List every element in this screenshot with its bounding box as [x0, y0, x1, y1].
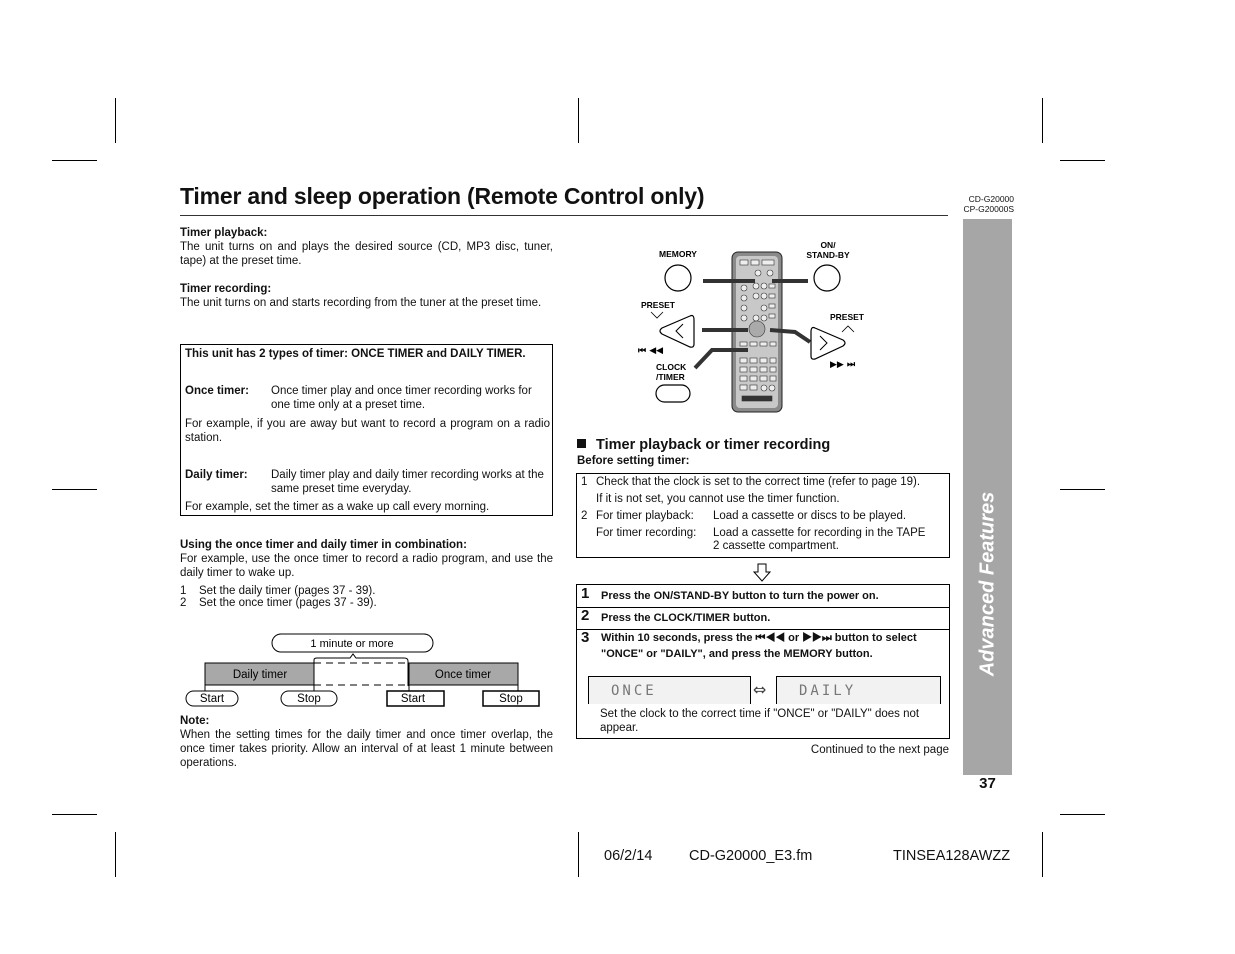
- once-timer-label: Once timer:: [185, 385, 249, 397]
- footer-filename: CD-G20000_E3.fm: [689, 848, 813, 864]
- toggle-arrow-icon: ⇔: [753, 680, 767, 699]
- crop-mark: [1060, 160, 1105, 161]
- continued-note: Continued to the next page: [810, 744, 949, 756]
- section-tab-label: Advanced Features: [976, 491, 998, 677]
- combination-text: For example, use the once timer to recor…: [180, 553, 553, 579]
- page-number: 37: [979, 775, 996, 792]
- before-item-1-text: Check that the clock is set to the corre…: [596, 476, 921, 488]
- list-item: 2 Set the once timer (pages 37 - 39).: [180, 597, 377, 609]
- on-standby-button: [813, 264, 841, 292]
- on-standby-label-1: ON/: [820, 240, 836, 250]
- note-heading: Note:: [180, 715, 210, 727]
- before-setting-box: 1 Check that the clock is set to the cor…: [576, 473, 950, 558]
- item-number: 2: [581, 510, 588, 522]
- crop-mark: [52, 160, 97, 161]
- once-timer-bar-label: Once timer: [435, 669, 491, 681]
- crop-mark: [52, 489, 97, 490]
- step-number: 2: [581, 607, 590, 624]
- clock-timer-label-1: CLOCK: [656, 362, 687, 372]
- crop-mark: [115, 832, 116, 877]
- daily-timer-text: Daily timer play and daily timer recordi…: [271, 469, 544, 495]
- remote-control-illustration: MEMORY ON/ STAND-BY PRESET ⏮ ◀◀ PRESET ▶…: [638, 240, 865, 413]
- timer-playback-text: The unit turns on and plays the desired …: [180, 241, 553, 267]
- down-arrow-icon: [753, 563, 771, 582]
- crop-mark: [578, 832, 579, 877]
- bullet-square-icon: [577, 439, 586, 448]
- preset-right-button: [810, 326, 846, 360]
- step-number: 3: [581, 629, 590, 646]
- step-1: 1 Press the ON/STAND-BY button to turn t…: [577, 585, 949, 608]
- preset-up-chevron: [841, 325, 855, 333]
- daily-timer-example: For example, set the timer as a wake up …: [185, 501, 490, 513]
- daily-start-label: Start: [200, 693, 225, 705]
- before-item-1-subtext: If it is not set, you cannot use the tim…: [596, 493, 840, 505]
- preset-right-label: PRESET: [830, 312, 865, 322]
- title-divider: [180, 215, 948, 216]
- timer-recording-heading: Timer recording:: [180, 283, 272, 295]
- page-title: Timer and sleep operation (Remote Contro…: [180, 183, 705, 209]
- combination-heading: Using the once timer and daily timer in …: [180, 539, 467, 551]
- clock-timer-button: [655, 384, 691, 403]
- note-text: When the setting times for the daily tim…: [180, 729, 553, 769]
- step-text: Press the CLOCK/TIMER button.: [601, 612, 771, 624]
- model-number: CD-G20000: [968, 194, 1014, 204]
- footer-code: TINSEA128AWZZ: [893, 848, 1011, 864]
- clock-timer-label-2: /TIMER: [656, 372, 685, 382]
- once-start-label: Start: [401, 693, 426, 705]
- interval-label: 1 minute or more: [310, 638, 393, 650]
- timer-timeline-diagram: 1 minute or more Daily timer Once timer …: [185, 633, 540, 707]
- lcd-display-once: ONCE: [588, 676, 751, 704]
- prev-skip-icon: ⏮ ◀◀: [638, 346, 663, 356]
- lcd-note: Set the clock to the correct time if "ON…: [600, 708, 920, 734]
- combination-steps: 1 Set the daily timer (pages 37 - 39). 2S…: [180, 585, 377, 609]
- crop-mark: [1042, 832, 1043, 877]
- crop-mark: [1060, 814, 1105, 815]
- once-timer-example: For example, if you are away but want to…: [185, 418, 550, 444]
- crop-mark: [1042, 98, 1043, 143]
- step-text: Within 10 seconds, press the ⏮◀◀ or ▶▶⏭ …: [601, 632, 917, 660]
- list-item: 1 Set the daily timer (pages 37 - 39).: [180, 585, 376, 597]
- interval-brace: [313, 653, 409, 686]
- timer-types-box: This unit has 2 types of timer: ONCE TIM…: [180, 344, 553, 516]
- steps-box: 1 Press the ON/STAND-BY button to turn t…: [576, 584, 950, 739]
- timer-types-heading: This unit has 2 types of timer: ONCE TIM…: [185, 348, 526, 360]
- daily-stop-label: Stop: [297, 693, 321, 705]
- step-2: 2 Press the CLOCK/TIMER button.: [577, 607, 949, 630]
- step-text: Press the ON/STAND-BY button to turn the…: [601, 590, 879, 602]
- footer-date: 06/2/14: [604, 848, 653, 864]
- daily-timer-bar-label: Daily timer: [233, 669, 287, 681]
- section-tab: Advanced Features: [963, 219, 1012, 775]
- once-stop-label: Stop: [499, 693, 523, 705]
- crop-mark: [1060, 489, 1105, 490]
- preset-left-label: PRESET: [641, 300, 676, 310]
- next-skip-icon: ▶▶ ⏭: [830, 360, 856, 370]
- memory-button: [664, 264, 692, 292]
- step-number: 1: [581, 585, 590, 602]
- timer-recording-text: The unit turns on and starts recording f…: [180, 297, 542, 309]
- model-numbers: CD-G20000 CP-G20000S: [963, 194, 1014, 214]
- timer-playback-instruction: Load a cassette or discs to be played.: [713, 510, 907, 522]
- timer-playback-label: For timer playback:: [596, 510, 694, 522]
- model-number: CP-G20000S: [963, 204, 1014, 214]
- on-standby-label-2: STAND-BY: [806, 250, 850, 260]
- before-setting-heading: Before setting timer:: [577, 455, 690, 467]
- crop-mark: [578, 98, 579, 143]
- item-number: 1: [581, 476, 588, 488]
- timer-recording-instruction-cont: 2 cassette compartment.: [713, 540, 839, 552]
- memory-label: MEMORY: [659, 249, 697, 259]
- lcd-display-daily: DAILY: [776, 676, 941, 704]
- timer-recording-label: For timer recording:: [596, 527, 697, 539]
- once-timer-text: Once timer play and once timer recording…: [271, 385, 532, 411]
- timer-playback-heading: Timer playback:: [180, 227, 268, 239]
- section-heading: Timer playback or timer recording: [577, 437, 830, 453]
- crop-mark: [115, 98, 116, 143]
- daily-timer-label: Daily timer:: [185, 469, 248, 481]
- preset-down-chevron: [650, 311, 664, 319]
- crop-mark: [52, 814, 97, 815]
